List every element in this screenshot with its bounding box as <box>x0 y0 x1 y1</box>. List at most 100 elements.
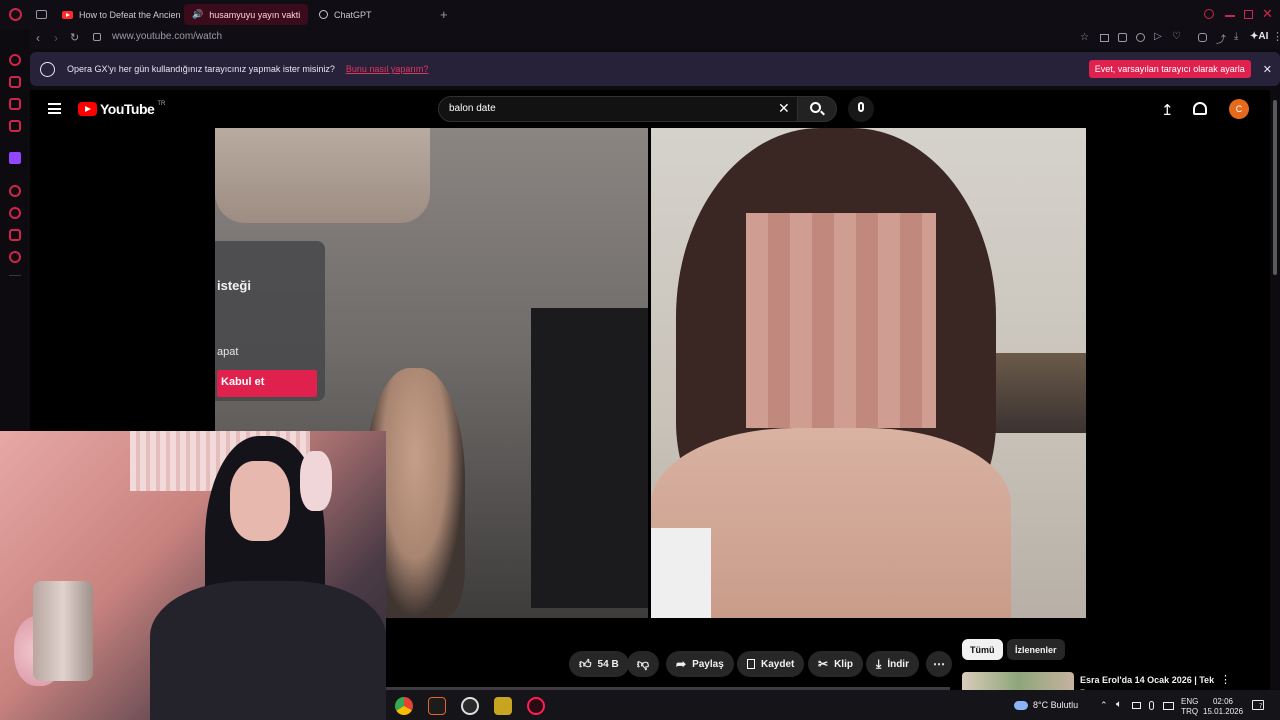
dislike-button[interactable]: 👎︎ <box>627 651 659 677</box>
more-actions-button[interactable]: ⋯ <box>926 651 952 677</box>
history-icon[interactable] <box>9 207 21 219</box>
player-sidebar-icon[interactable] <box>9 185 21 197</box>
infobar-help-link[interactable]: Bunu nasıl yaparım? <box>346 64 429 74</box>
thumbs-down-icon: 👎︎ <box>636 656 650 671</box>
notification-center-icon[interactable]: 7 <box>1252 700 1264 710</box>
sidebar-divider <box>9 275 21 276</box>
tank-top <box>651 528 711 618</box>
overlay-dialog: isteği apat Kabul et <box>215 241 325 401</box>
account-avatar[interactable]: C <box>1229 99 1249 119</box>
minimize-icon[interactable] <box>1225 15 1235 17</box>
search-tabs-icon[interactable] <box>1204 9 1214 19</box>
recommendation-item[interactable]: Esra Erol'da 14 Ocak 2026 | Tek Parça ⋮ <box>962 672 1232 698</box>
display-tray-icon[interactable] <box>1132 702 1141 709</box>
url-field[interactable]: www.youtube.com/watch <box>112 31 222 42</box>
overlay-close-text: apat <box>217 346 239 358</box>
thumbs-up-icon: 👍︎ <box>579 656 592 671</box>
maximize-icon[interactable] <box>1244 10 1253 19</box>
lock-icon <box>93 33 101 41</box>
notifications-bell-icon[interactable] <box>1193 102 1207 115</box>
like-count: 54 B <box>597 658 619 670</box>
menu-dots-icon[interactable]: ⋮ <box>1272 30 1280 43</box>
vpn-icon[interactable] <box>1136 33 1145 42</box>
page-scrollbar[interactable] <box>1270 90 1280 720</box>
messenger-icon[interactable] <box>9 98 21 110</box>
avatar-letter: C <box>1235 104 1243 114</box>
taskbar-search-strip <box>386 687 950 690</box>
mic-tray-icon[interactable] <box>1149 701 1154 710</box>
lamp-shade <box>215 128 430 223</box>
opera-logo-icon[interactable] <box>9 8 22 21</box>
ai-button[interactable]: ✦AI <box>1250 31 1268 42</box>
heart-icon[interactable]: ♡ <box>1172 31 1181 42</box>
recommendation-menu-icon[interactable]: ⋮ <box>1220 673 1231 686</box>
tab-workspace-icon[interactable] <box>36 10 47 19</box>
tab-defeat-ancient[interactable]: How to Defeat the Ancient <box>54 4 180 25</box>
obs-taskbar-icon[interactable] <box>461 697 479 715</box>
weather-text: 8°C Bulutlu <box>1033 700 1079 710</box>
youtube-play-icon <box>78 102 97 116</box>
search-input[interactable]: balon date <box>449 103 496 114</box>
search-box[interactable]: balon date ✕ <box>438 96 798 122</box>
clock[interactable]: 02:06 15.01.2026 <box>1203 697 1243 717</box>
search-button[interactable] <box>797 96 837 122</box>
new-tab-icon[interactable]: + <box>440 7 448 22</box>
tab-title: How to Defeat the Ancient <box>79 9 180 20</box>
gx-control-icon[interactable] <box>9 76 21 88</box>
clear-search-icon[interactable]: ✕ <box>778 100 790 117</box>
back-icon[interactable]: ‹ <box>36 31 40 45</box>
player-icon[interactable]: ▷ <box>1154 31 1162 42</box>
tab-husamyuyu[interactable]: 🔊 husamyuyu yayın vakti <box>184 4 308 25</box>
extensions-icon[interactable] <box>1198 33 1207 42</box>
news-icon[interactable] <box>9 120 21 132</box>
like-button[interactable]: 👍︎ 54 B <box>569 651 629 677</box>
opera-gx-taskbar-icon[interactable] <box>527 697 545 715</box>
chrome-taskbar-icon[interactable] <box>395 697 413 715</box>
set-default-button[interactable]: Evet, varsayılan tarayıcı olarak ayarla <box>1088 60 1251 78</box>
download-icon[interactable]: ⤓ <box>1234 31 1238 42</box>
weather-widget[interactable]: 8°C Bulutlu <box>1014 700 1078 710</box>
hamburger-menu-icon[interactable] <box>48 103 61 114</box>
tray-chevron-icon[interactable]: ⌃ <box>1100 700 1108 711</box>
share-icon[interactable]: ⤴ <box>1216 31 1226 46</box>
tab-chatgpt[interactable]: ChatGPT <box>311 4 431 25</box>
extensions-sidebar-icon[interactable] <box>9 229 21 241</box>
clip-button[interactable]: ✂ Klip <box>808 651 863 677</box>
settings-icon[interactable] <box>9 251 21 263</box>
download-button[interactable]: ⤓ İndir <box>866 651 919 677</box>
app-taskbar-icon[interactable] <box>428 697 446 715</box>
infobar-close-icon[interactable]: ✕ <box>1263 63 1272 76</box>
save-button[interactable]: Kaydet <box>737 651 805 677</box>
adblock-icon[interactable] <box>1118 33 1127 42</box>
thermos-cup <box>33 581 93 681</box>
youtube-logo[interactable]: YouTube TR <box>78 101 165 117</box>
close-window-icon[interactable]: ✕ <box>1262 6 1273 22</box>
youtube-wordmark: YouTube <box>100 101 155 117</box>
chatgpt-favicon-icon <box>319 10 328 19</box>
language-indicator[interactable]: ENG TRQ <box>1181 697 1198 717</box>
gx-corner-icon[interactable] <box>9 54 21 66</box>
scissors-icon: ✂ <box>818 657 829 671</box>
twitch-icon[interactable] <box>9 152 21 164</box>
clip-label: Klip <box>834 658 853 670</box>
clock-time: 02:06 <box>1212 697 1234 706</box>
network-tray-icon[interactable] <box>1163 702 1174 710</box>
bookmark-icon[interactable]: ☆ <box>1080 32 1089 43</box>
upload-icon[interactable]: ↥ <box>1161 101 1174 119</box>
download-arrow-icon: ⤓ <box>876 656 882 671</box>
snapshot-icon[interactable] <box>1100 34 1109 42</box>
forward-icon[interactable]: › <box>54 31 58 45</box>
overlay-dialog-title: isteği <box>217 278 251 293</box>
recommendation-thumbnail <box>962 672 1074 690</box>
chip-all[interactable]: Tümü <box>962 639 1003 660</box>
game-taskbar-icon[interactable] <box>494 697 512 715</box>
video-frame-right[interactable] <box>651 128 1086 618</box>
reload-icon[interactable]: ↻ <box>70 31 79 44</box>
speaker-tray-icon[interactable]: 🔈︎ <box>1116 699 1122 710</box>
scrollbar-thumb[interactable] <box>1273 100 1277 275</box>
chip-watched[interactable]: İzlenenler <box>1007 639 1065 660</box>
share-button[interactable]: ➦ Paylaş <box>666 651 734 677</box>
voice-search-button[interactable] <box>848 96 874 122</box>
chip-label: Tümü <box>970 644 995 655</box>
cloud-icon <box>1014 700 1028 710</box>
